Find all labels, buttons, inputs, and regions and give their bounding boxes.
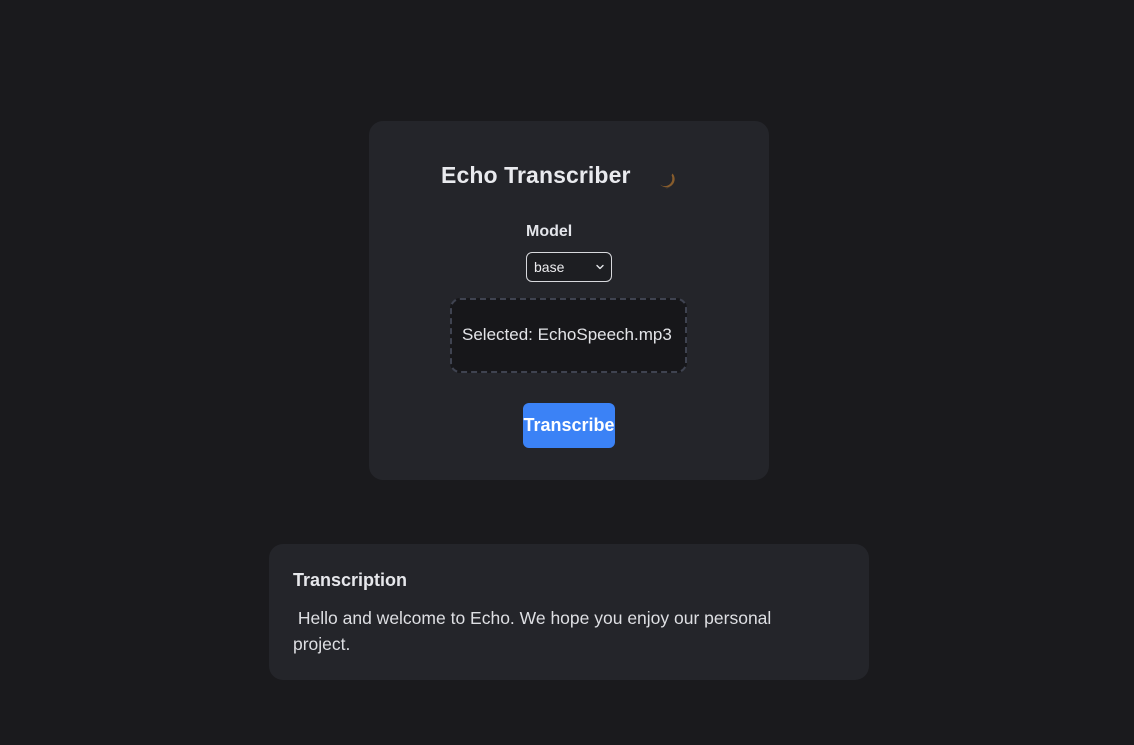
transcription-text: Hello and welcome to Echo. We hope you e…	[293, 608, 777, 654]
selected-file-text: Selected: EchoSpeech.mp3	[462, 325, 672, 344]
crescent-moon-icon	[659, 173, 675, 189]
model-select[interactable]: base	[526, 252, 612, 282]
file-dropzone[interactable]: Selected: EchoSpeech.mp3	[450, 298, 687, 373]
theme-toggle-button[interactable]	[655, 169, 679, 193]
chevron-down-icon	[596, 264, 604, 270]
transcription-heading: Transcription	[293, 570, 408, 590]
model-select-value: base	[534, 259, 565, 275]
transcribe-button[interactable]: Transcribe	[523, 403, 615, 448]
model-label: Model	[526, 223, 573, 240]
transcription-card: Transcription Hello and welcome to Echo.…	[269, 544, 869, 680]
app-title: Echo Transcriber	[441, 162, 631, 188]
transcriber-card: Echo Transcriber Model base Selected: Ec…	[369, 121, 769, 480]
